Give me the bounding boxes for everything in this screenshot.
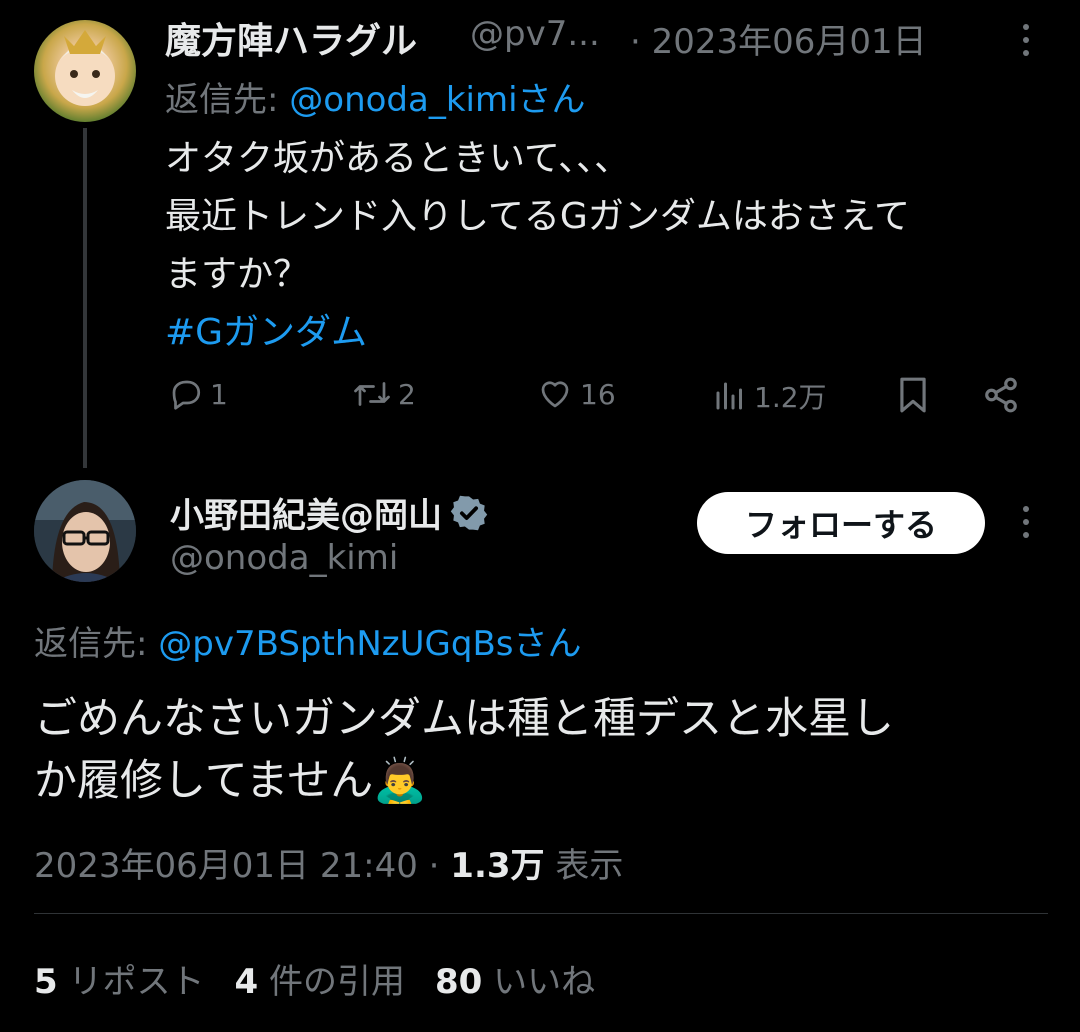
reply-date[interactable]: · 2023年06月01日 — [630, 14, 927, 63]
tweet-meta: 2023年06月01日 21:40 · 1.3万 表示 — [34, 838, 623, 887]
main-handle[interactable]: @onoda_kimi — [170, 538, 398, 578]
reply-text: オタク坂があるときいて、、、 最近トレンド入りしてるGガンダムはおさえて ますか… — [165, 130, 910, 362]
reply-text-line: ますか？ — [165, 254, 310, 295]
reposts-count: 5 — [34, 962, 58, 1002]
meta-separator: · — [428, 846, 440, 886]
avatar-onoda[interactable] — [34, 480, 136, 582]
main-replying-to-handle[interactable]: @pv7BSpthNzUGqBsさん — [158, 624, 581, 664]
avatar-image — [34, 480, 136, 582]
main-more-icon[interactable] — [1022, 506, 1030, 540]
bowing-emoji: 🙇‍♂️ — [373, 756, 427, 806]
quotes-count: 4 — [234, 962, 259, 1002]
likes-count: 80 — [434, 962, 483, 1002]
reply-replying-to-label: 返信先: — [165, 80, 290, 120]
likes-stat[interactable]: 80 いいね — [435, 954, 595, 1003]
divider — [34, 913, 1048, 914]
repost-icon — [354, 382, 390, 406]
main-replying-to-label: 返信先: — [34, 624, 159, 664]
like-count: 16 — [580, 377, 616, 411]
reply-handle[interactable]: @pv7... — [470, 14, 600, 54]
main-display-name[interactable]: 小野田紀美@岡山 — [170, 488, 488, 537]
engagement-stats: 5 リポスト 4 件の引用 80 いいね — [34, 954, 595, 1003]
main-text-line: ごめんなさいガンダムは種と種デスと水星し — [34, 694, 894, 744]
reply-more-icon[interactable] — [1022, 24, 1030, 58]
main-tweet-text: ごめんなさいガンダムは種と種デスと水星し か履修してません🙇‍♂️ — [34, 688, 894, 812]
views-total: 1.3万 — [450, 846, 545, 886]
reposts-label: リポスト — [68, 962, 205, 1002]
bookmark-icon — [900, 377, 926, 413]
main-replying-to: 返信先: @pv7BSpthNzUGqBsさん — [34, 616, 582, 665]
reply-text-line: 最近トレンド入りしてるGガンダムはおさえて — [165, 196, 911, 237]
reply-display-name[interactable]: 魔方陣ハラグル — [165, 12, 417, 64]
views-button[interactable]: 1.2万 — [712, 376, 827, 416]
reposts-stat[interactable]: 5 リポスト — [34, 954, 204, 1003]
like-icon — [541, 381, 569, 408]
reply-hashtag[interactable]: #Gガンダム — [165, 304, 910, 362]
main-display-name-text: 小野田紀美@岡山 — [170, 496, 442, 536]
like-button[interactable]: 16 — [536, 376, 616, 412]
views-icon — [716, 382, 742, 410]
repost-button[interactable]: 2 — [352, 376, 416, 412]
likes-label: いいね — [493, 962, 596, 1002]
share-icon — [985, 377, 1017, 413]
reply-text-line: オタク坂があるときいて、、、 — [165, 138, 631, 179]
reply-icon — [172, 380, 201, 410]
reply-button[interactable]: 1 — [168, 376, 228, 412]
share-button[interactable] — [982, 376, 1020, 414]
tweet-timestamp[interactable]: 2023年06月01日 21:40 — [34, 846, 418, 886]
main-text-line: か履修してません — [34, 756, 374, 806]
follow-button[interactable]: フォローする — [697, 492, 985, 554]
quotes-stat[interactable]: 4 件の引用 — [234, 954, 404, 1003]
bookmark-button[interactable] — [896, 376, 930, 414]
avatar-image — [55, 30, 115, 106]
avatar-harag[interactable] — [34, 20, 136, 122]
views-label: 表示 — [555, 846, 624, 886]
reply-replying-to: 返信先: @onoda_kimiさん — [165, 72, 586, 121]
repost-count: 2 — [398, 377, 416, 411]
views-count: 1.2万 — [754, 381, 827, 414]
reply-replying-to-handle[interactable]: @onoda_kimiさん — [289, 80, 585, 120]
quotes-label: 件の引用 — [268, 962, 405, 1002]
thread-line — [83, 128, 87, 468]
reply-count: 1 — [210, 377, 228, 411]
verified-badge-icon[interactable] — [450, 494, 488, 532]
